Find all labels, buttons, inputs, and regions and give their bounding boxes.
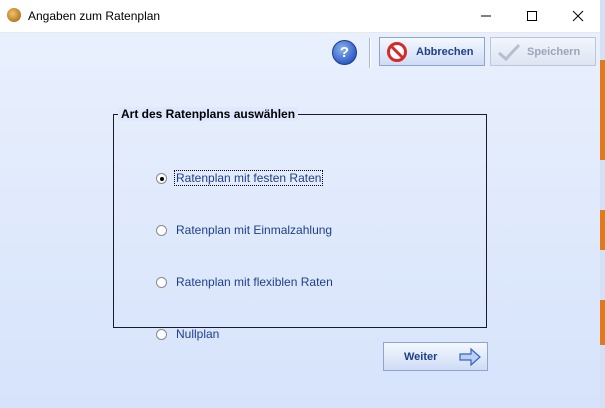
next-button[interactable]: Weiter [383, 342, 488, 371]
radio-label[interactable]: Ratenplan mit festen Raten [173, 170, 324, 186]
title-bar: Angaben zum Ratenplan [0, 0, 600, 33]
radio-button[interactable] [156, 329, 167, 340]
help-icon[interactable]: ? [332, 40, 357, 65]
plan-type-groupbox [113, 114, 487, 328]
cancel-button[interactable]: Abbrechen [379, 37, 485, 66]
toolbar-divider [369, 38, 371, 68]
close-button[interactable] [555, 0, 601, 32]
maximize-icon [527, 11, 537, 21]
checkmark-icon [498, 43, 521, 62]
minimize-button[interactable] [463, 0, 509, 32]
radio-button[interactable] [156, 173, 167, 184]
window-title: Angaben zum Ratenplan [28, 9, 161, 23]
radio-label[interactable]: Nullplan [176, 327, 219, 341]
cancel-icon [387, 42, 407, 62]
cancel-label: Abbrechen [416, 46, 474, 58]
arrow-right-icon [459, 347, 481, 367]
radio-label[interactable]: Ratenplan mit flexiblen Raten [176, 275, 333, 289]
close-icon [572, 10, 584, 22]
group-legend: Art des Ratenplans auswählen [118, 107, 299, 121]
radio-label[interactable]: Ratenplan mit Einmalzahlung [176, 223, 332, 237]
radio-button[interactable] [156, 277, 167, 288]
save-label: Speichern [527, 46, 581, 58]
next-label: Weiter [404, 351, 438, 363]
background-window-edge [600, 0, 605, 408]
radio-button[interactable] [156, 225, 167, 236]
maximize-button[interactable] [509, 0, 555, 32]
save-button[interactable]: Speichern [490, 37, 596, 66]
app-coin-icon [7, 8, 21, 22]
minimize-icon [481, 15, 491, 17]
